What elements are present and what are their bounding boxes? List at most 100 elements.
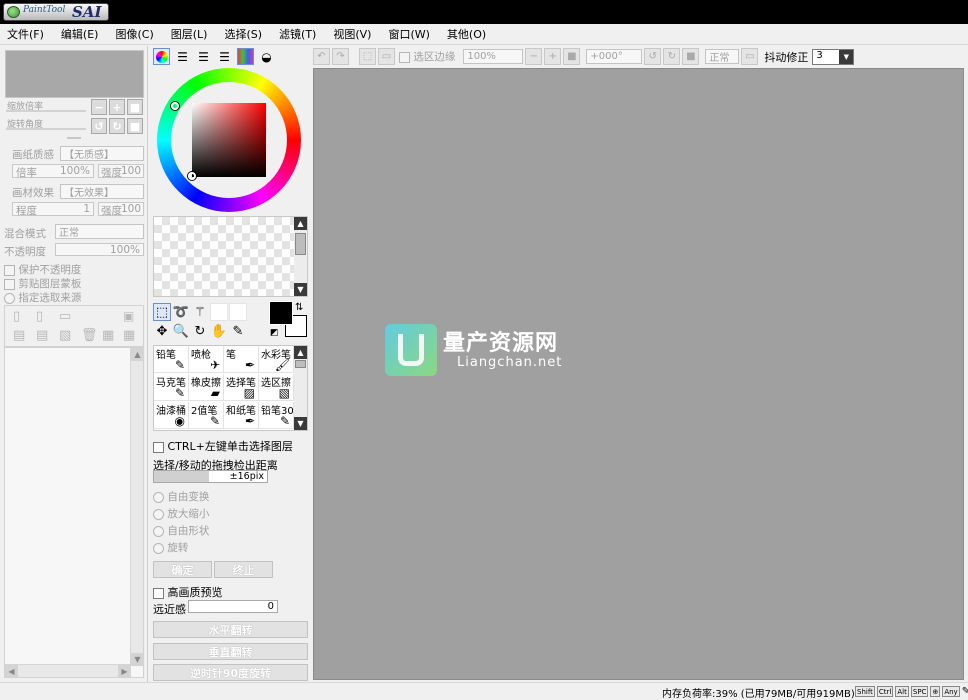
undo-icon[interactable]: ↶ — [313, 48, 330, 65]
deselect-icon[interactable]: ⬚ — [359, 48, 376, 65]
brush-scroll-down[interactable]: ▼ — [294, 417, 307, 430]
menu-image[interactable]: 图像(C) — [115, 26, 153, 42]
scroll-down-arrow[interactable]: ▼ — [131, 653, 144, 666]
menu-select[interactable]: 选择(S) — [224, 26, 262, 42]
brush-cell[interactable]: 橡皮擦 ▰ — [189, 374, 224, 401]
rotate-right-button[interactable]: ↻ — [109, 118, 125, 134]
brush-cell[interactable]: 铅笔 ✎ — [154, 346, 189, 373]
sv-marker[interactable] — [188, 172, 196, 180]
hue-marker[interactable] — [171, 102, 179, 110]
toolbar-zoom-in-icon[interactable]: + — [544, 48, 562, 65]
menu-window[interactable]: 窗口(W) — [388, 26, 429, 42]
brush-cell[interactable]: 喷枪 ✈ — [189, 346, 224, 373]
menu-layer[interactable]: 图层(L) — [171, 26, 208, 42]
rotate-view-icon[interactable]: ↻ — [191, 322, 209, 340]
menu-other[interactable]: 其他(O) — [447, 26, 486, 42]
lasso-icon[interactable]: ➰ — [172, 303, 190, 321]
brush-scroll-thumb[interactable] — [295, 360, 306, 368]
merge-visible-icon[interactable]: ▦ — [102, 328, 114, 343]
redo-icon[interactable]: ↷ — [332, 48, 349, 65]
primary-color-swatch[interactable] — [270, 302, 292, 324]
menu-edit[interactable]: 编辑(E) — [61, 26, 99, 42]
brush-scroll-up[interactable]: ▲ — [294, 346, 307, 359]
protect-opacity-row[interactable]: 保护不透明度 — [4, 262, 81, 277]
layer-list-hscrollbar[interactable]: ◀ ▶ — [5, 664, 131, 678]
selection-source-row[interactable]: 指定选取来源 — [4, 290, 81, 305]
hsv-slider-tab-icon[interactable]: ☰ — [195, 48, 212, 65]
hand-icon[interactable]: ✋ — [210, 322, 228, 340]
layer-list[interactable]: ▲ ▼ ◀ ▶ — [4, 347, 144, 678]
scroll-up-arrow[interactable]: ▲ — [131, 348, 144, 361]
canvas-blend-select[interactable]: 正常 — [705, 49, 740, 64]
angle-select[interactable]: +000° — [586, 49, 643, 64]
new-folder-icon[interactable]: ▭ — [59, 309, 71, 324]
menu-file[interactable]: 文件(F) — [7, 26, 44, 42]
blend-mode-select[interactable]: 正常 — [55, 224, 144, 239]
saturation-value-square[interactable] — [192, 103, 266, 177]
new-layer-set-icon[interactable]: ▯ — [36, 309, 43, 324]
selection-source-radio[interactable] — [4, 292, 15, 304]
new-layer-icon[interactable]: ▯ — [13, 309, 20, 324]
rotate-reset-button[interactable]: ■ — [127, 118, 143, 134]
brush-cell[interactable]: 选择笔 ▨ — [224, 374, 259, 401]
paper-texture-select[interactable]: 【无质感】 — [60, 146, 144, 161]
trash-icon[interactable]: 🗑 — [81, 328, 98, 343]
flip-horizontal-button[interactable]: 水平翻转 — [153, 621, 308, 638]
eyedropper-icon[interactable]: ✎ — [229, 322, 247, 340]
scroll-right-arrow[interactable]: ▶ — [118, 665, 131, 678]
rotate-row[interactable]: 旋转 — [153, 540, 188, 555]
ctrl-click-row[interactable]: CTRL+左键单击选择图层 — [153, 438, 293, 454]
scratchpad-tab-icon[interactable]: ◒ — [258, 48, 275, 65]
mix-slider-tab-icon[interactable]: ☰ — [216, 48, 233, 65]
ctrl-click-checkbox[interactable] — [153, 441, 164, 453]
rotate-ccw-button[interactable]: 逆时针90度旋转 — [153, 664, 308, 681]
canvas-area[interactable]: 量产资源网 Liangchan.net — [313, 68, 964, 680]
zoom-reset-button[interactable]: ■ — [127, 99, 143, 115]
free-transform-row[interactable]: 自由变换 — [153, 489, 209, 504]
brush-cell[interactable]: 马克笔 ✎ — [154, 374, 189, 401]
scale-row[interactable]: 放大缩小 — [153, 506, 209, 521]
rotate-radio[interactable] — [153, 542, 164, 554]
menu-filter[interactable]: 滤镜(T) — [279, 26, 316, 42]
stabilizer-select[interactable]: 3 ▼ — [812, 48, 855, 65]
toolbar-rotate-reset-icon[interactable]: ■ — [682, 48, 700, 65]
scroll-left-arrow[interactable]: ◀ — [5, 665, 18, 678]
magic-wand-icon[interactable]: ⚚ — [191, 303, 209, 321]
empty-tool-slot-1[interactable] — [210, 303, 228, 321]
rgb-slider-tab-icon[interactable]: ☰ — [174, 48, 191, 65]
brush-cell[interactable]: 水彩笔 🖌 — [259, 346, 294, 373]
hq-preview-row[interactable]: 高画质预览 — [153, 584, 223, 600]
zoom-out-button[interactable]: − — [91, 99, 107, 115]
opacity-slider[interactable]: 100% — [55, 243, 144, 256]
cancel-button[interactable]: 终止 — [214, 561, 273, 578]
zoom-slider[interactable] — [6, 110, 86, 112]
clipping-mask-checkbox[interactable] — [4, 278, 15, 290]
brush-cell[interactable]: 和纸笔 ✒ — [224, 402, 259, 429]
swap-colors-icon[interactable]: ⇅ — [295, 302, 303, 313]
brush-cell[interactable]: 选区擦 ▧ — [259, 374, 294, 401]
swatch-tab-icon[interactable] — [237, 48, 254, 65]
toolbar-zoom-reset-icon[interactable]: ■ — [563, 48, 581, 65]
color-wheel[interactable] — [157, 68, 301, 212]
layer-option-icon[interactable]: ▣ — [123, 309, 134, 323]
degree-field[interactable]: 程度 1 — [12, 202, 94, 217]
scratch-scroll-down[interactable]: ▼ — [294, 283, 307, 296]
flip-view-icon[interactable]: ▭ — [741, 48, 759, 65]
merge-down-icon[interactable]: ▤ — [13, 328, 25, 343]
brush-cell[interactable]: 2值笔 ✎ — [189, 402, 224, 429]
move-icon[interactable]: ✥ — [153, 322, 171, 340]
perspective-slider[interactable]: 0 — [188, 600, 278, 613]
brush-cell[interactable]: 笔 ✒ — [224, 346, 259, 373]
drag-threshold-slider[interactable]: ±16pix — [153, 470, 268, 483]
stabilizer-dropdown-icon[interactable]: ▼ — [839, 49, 854, 64]
brush-cell[interactable]: 油漆桶 ◉ — [154, 402, 189, 429]
invert-selection-icon[interactable]: ▭ — [378, 48, 395, 65]
toolbar-rotate-left-icon[interactable]: ↺ — [644, 48, 662, 65]
scratchpad-area[interactable]: ▲ ▼ — [153, 216, 308, 297]
scale-radio[interactable] — [153, 508, 164, 520]
scratch-scroll-up[interactable]: ▲ — [294, 217, 307, 230]
zoom-select[interactable]: 100% — [463, 49, 524, 64]
ok-button[interactable]: 确定 — [153, 561, 212, 578]
merge-icon[interactable]: ▤ — [36, 328, 48, 343]
strength-field[interactable]: 强度 100 — [98, 164, 144, 179]
